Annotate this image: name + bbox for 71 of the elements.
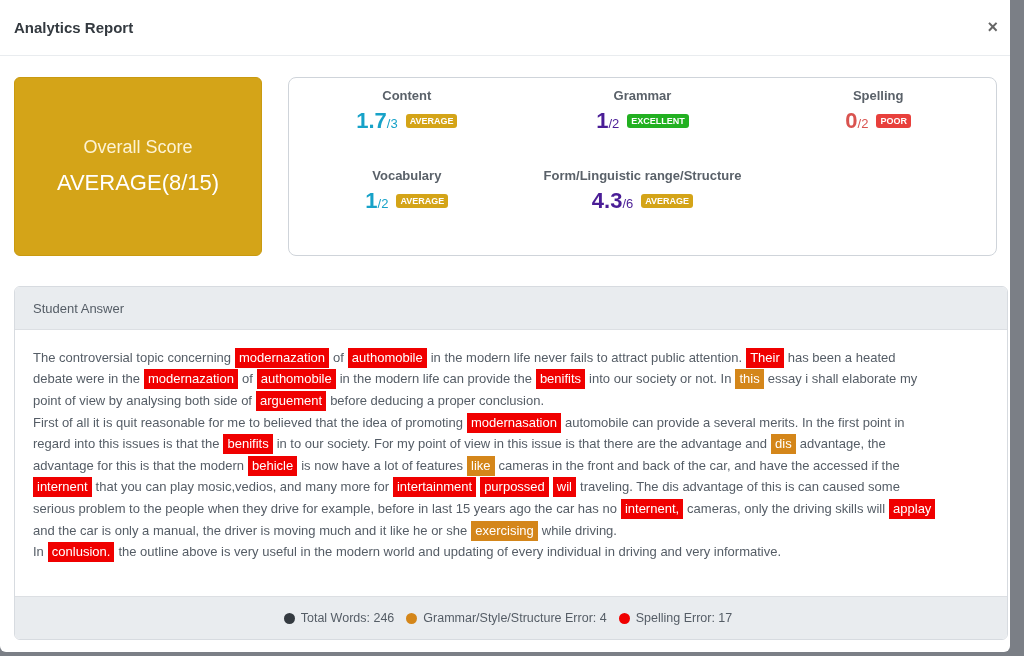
spelling-error-highlight: intertainment (392, 477, 477, 498)
essay-text: of (333, 348, 344, 367)
spelling-error-highlight: authomobile (347, 347, 427, 368)
spelling-error-highlight: Their (746, 347, 784, 368)
essay-text: before deducing a proper conclusion. (330, 392, 545, 410)
essay-text: debate were in the (33, 370, 140, 389)
essay-text: First of all it is quit reasonable for me to believed that the idea of promoting (33, 413, 463, 432)
score-value: 1.7/3 (356, 108, 398, 134)
essay-text: essay i shall elaborate my (767, 370, 918, 389)
score-value: 1/2 (365, 188, 389, 214)
essay-text: The controversial topic concerning (33, 348, 231, 367)
score-value: 0/2 (845, 108, 869, 134)
grammar-error-highlight: like (467, 455, 495, 476)
spelling-error-highlight: modernazation (235, 347, 329, 368)
essay-text: and the car is only a manual, the driver is moving much and it like he or she (33, 521, 468, 540)
spelling-error-highlight: modernasation (466, 412, 561, 433)
legend-label: Spelling Error: 17 (635, 611, 733, 625)
essay-text: traveling. The dis advantage of this is can caused some (580, 478, 900, 497)
spelling-error-highlight: modernazation (143, 369, 238, 390)
spelling-error-highlight: behicle (248, 455, 298, 476)
card-title: Student Answer (33, 300, 125, 316)
essay-text: of (241, 370, 253, 389)
essay-text: in the modern life can provide the (339, 370, 532, 389)
essay-text: serious problem to the people when they drive for example, before in last 15 years ago the car has no (33, 499, 617, 518)
essay-text: while driving. (541, 521, 617, 540)
score-label: Form/Linguistic range/Structure (543, 168, 742, 183)
spelling-error-highlight: conlusion. (47, 542, 115, 563)
essay-text: in the modern life never fails to attract public attention. (430, 348, 743, 367)
legend-label: Total Words: 246 (300, 611, 395, 625)
rating-badge: POOR (876, 114, 911, 128)
rating-badge: AVERAGE (405, 114, 458, 128)
essay-text: has been a heated (787, 348, 896, 367)
essay-text: automobile can provide a several merits. In the first point in (564, 413, 905, 432)
essay-text: advantage, the (799, 435, 886, 454)
essay-text: In (33, 543, 44, 562)
essay-text: point of view by analysing both side of (33, 392, 252, 410)
essay-text: cameras, only the driving skills will (687, 499, 886, 518)
essay-text: is now have a lot of features (301, 456, 464, 475)
essay-text: into our society or not. In (589, 370, 732, 389)
essay-text: the outline above is very useful in the modern world and updating of every individual in driving and very informative. (118, 543, 782, 562)
overall-score-value: AVERAGE(8/15) (56, 170, 220, 196)
essay-text: advantage for this is that the modern (33, 456, 244, 475)
score-label: Content (382, 88, 432, 103)
score-label: Grammar (613, 88, 672, 103)
score-label: Spelling (852, 88, 904, 103)
spelling-error-highlight: internent, (620, 498, 684, 519)
spelling-error-highlight: applay (889, 498, 936, 519)
essay-text: that you can play mosic,vedios, and many more for (95, 478, 389, 497)
score-value: 1/2 (596, 108, 620, 134)
score-label: Vocabulary (372, 168, 442, 183)
modal-title: Analytics Report (14, 19, 134, 36)
spelling-error-highlight: arguement (255, 391, 327, 411)
essay-text: regard into this issues is that the (33, 435, 220, 454)
essay-text: cameras in the front and back of the car, and have the accessed if the (498, 456, 900, 475)
close-button[interactable]: × (987, 17, 998, 38)
overall-score-label: Overall Score (83, 137, 193, 158)
spelling-error-highlight: benifits (535, 369, 586, 390)
spelling-error-highlight: purpossed (480, 477, 549, 498)
spelling-error-highlight: authomobile (256, 369, 336, 390)
score-value: 4.3/6 (591, 188, 634, 214)
rating-badge: AVERAGE (641, 194, 694, 208)
essay-text: in to our society. For my point of view in this issue is that there are the advantage and (276, 435, 768, 454)
grammar-error-highlight: this (735, 369, 764, 390)
legend-label: Grammar/Style/Structure Error: 4 (423, 611, 607, 625)
rating-badge: AVERAGE (396, 194, 449, 208)
grammar-error-highlight: dis (771, 434, 796, 455)
spelling-error-highlight: internent (33, 477, 92, 498)
rating-badge: EXCELLENT (627, 114, 689, 128)
spelling-error-highlight: benifits (223, 434, 273, 455)
grammar-error-highlight: exercising (471, 520, 538, 541)
spelling-error-highlight: wil (552, 477, 576, 498)
